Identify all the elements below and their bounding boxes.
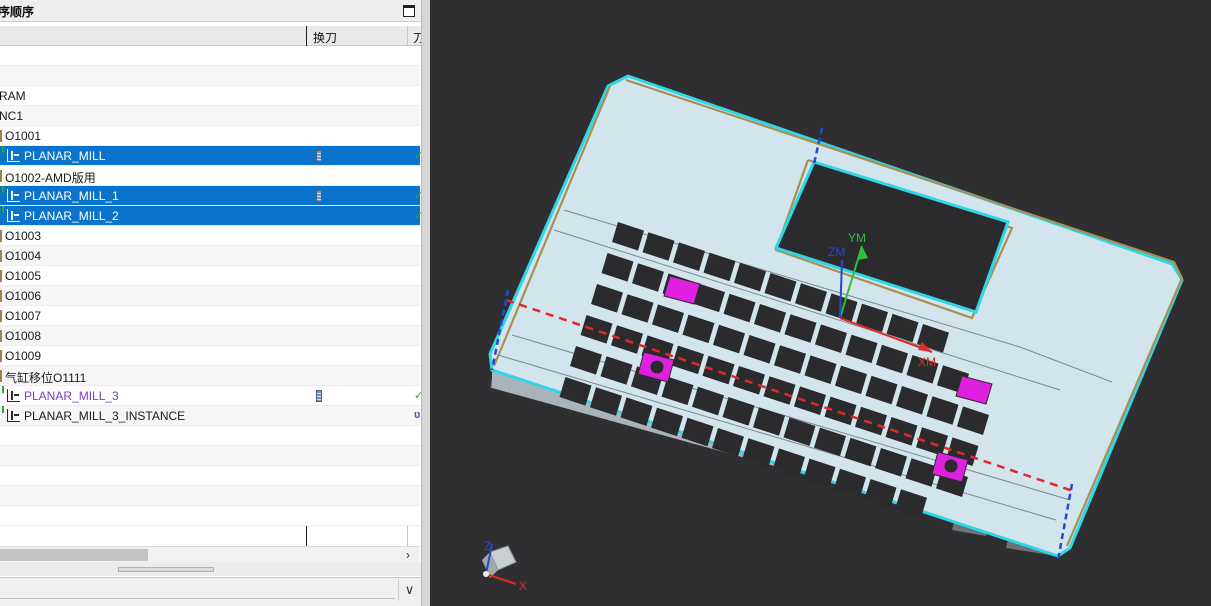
tree-row[interactable] — [0, 486, 420, 506]
xm-axis-label: XM — [918, 355, 936, 369]
tree-row-label: O1004 — [5, 249, 42, 263]
tree-row-label: PLANAR_MILL — [24, 149, 106, 163]
folder-icon — [0, 310, 2, 322]
divider — [0, 598, 395, 599]
view-triad-z-label: Z — [484, 539, 491, 553]
planar-mill-icon — [7, 189, 20, 202]
tree-row-operation[interactable]: PLANAR_MILL_3_INSTANCE ʋ — [0, 406, 420, 426]
column-header-extra[interactable]: 刀 — [413, 29, 421, 46]
tree-row-program[interactable]: O1001 — [0, 126, 420, 146]
folder-icon — [0, 350, 2, 362]
tree-row-program-root[interactable]: RAM — [0, 86, 420, 106]
tree-row-program[interactable]: O1007 — [0, 306, 420, 326]
tree-row-label: O1001 — [5, 129, 42, 143]
tree-row-label: PLANAR_MILL_1 — [24, 189, 119, 203]
tree-row[interactable] — [0, 426, 420, 446]
folder-icon — [0, 170, 2, 182]
status-check-icon: ✓ — [414, 209, 421, 222]
operation-navigator-panel: 序顺序 换刀 刀 RAM NC1 O1001 — [0, 0, 422, 606]
folder-icon — [0, 370, 2, 382]
tree-row-program[interactable]: O1004 — [0, 246, 420, 266]
navigator-title: 序顺序 — [0, 5, 35, 19]
tree-row[interactable] — [0, 446, 420, 466]
view-triad[interactable]: X Z — [482, 539, 527, 593]
tree-row-label: RAM — [0, 89, 26, 103]
status-regenerate-icon: ʋ — [414, 409, 421, 421]
tree-row-label: 气缸移位O1111 — [5, 371, 87, 385]
status-check-icon: ✓ — [414, 189, 421, 202]
graphics-viewport[interactable]: YM ZM XM X Z — [430, 0, 1211, 606]
tree-row[interactable] — [0, 506, 420, 526]
tree-row-label: PLANAR_MILL_3_INSTANCE — [24, 409, 186, 423]
zm-axis-label: ZM — [828, 245, 845, 259]
tree-row[interactable] — [0, 466, 420, 486]
scroll-right-icon[interactable]: › — [406, 548, 410, 562]
folder-icon — [0, 230, 2, 242]
planar-mill-icon — [7, 409, 20, 422]
view-triad-x-label: X — [519, 579, 527, 593]
tree-row-operation[interactable]: PLANAR_MILL ✓ — [0, 146, 421, 166]
tree-row-program[interactable]: O1002-AMD版用 — [0, 166, 420, 186]
details-section: ∨ — [0, 577, 421, 606]
tool-change-icon — [316, 390, 322, 402]
status-check-icon: ✓ — [414, 389, 421, 402]
tree-row-program[interactable]: O1008 — [0, 326, 420, 346]
tree-row-label: O1002-AMD版用 — [5, 171, 96, 185]
viewport-divider[interactable] — [422, 0, 430, 606]
status-check-icon: ✓ — [414, 149, 421, 162]
tree-row-label: NC1 — [0, 109, 24, 123]
panel-splitter[interactable] — [0, 562, 421, 576]
tree-row-label: O1008 — [5, 329, 42, 343]
tree-row-label: O1003 — [5, 229, 42, 243]
tool-change-icon — [316, 190, 322, 202]
folder-icon — [0, 270, 2, 282]
ym-axis-label: YM — [848, 231, 866, 245]
tool-change-icon — [316, 150, 322, 162]
tree-row[interactable] — [0, 46, 420, 66]
tree-row-program[interactable]: O1003 — [0, 226, 420, 246]
folder-icon — [0, 290, 2, 302]
maximize-icon[interactable] — [403, 5, 415, 17]
expand-chevron-icon[interactable]: ∨ — [398, 579, 420, 601]
tree-row-label: O1007 — [5, 309, 42, 323]
check-icon — [0, 186, 4, 193]
planar-mill-icon — [7, 209, 20, 222]
folder-icon — [0, 130, 2, 142]
folder-icon — [0, 250, 2, 262]
tree-row-operation[interactable]: PLANAR_MILL_1 ✓ — [0, 186, 421, 206]
tree-row-group[interactable]: NC1 — [0, 106, 420, 126]
tree-row-label: O1006 — [5, 289, 42, 303]
check-icon — [0, 406, 4, 413]
tree-row-label: O1009 — [5, 349, 42, 363]
folder-icon — [0, 330, 2, 342]
tree-row[interactable] — [0, 66, 420, 86]
planar-mill-icon — [7, 389, 20, 402]
column-header-row: 换刀 刀 — [0, 26, 421, 46]
check-icon — [0, 206, 4, 213]
operation-tree: RAM NC1 O1001 PLANAR_MILL ✓ O1002-AMD版用 — [0, 46, 421, 526]
tree-row-operation[interactable]: PLANAR_MILL_3 ✓ — [0, 386, 421, 406]
tree-row-program[interactable]: O1006 — [0, 286, 420, 306]
tree-row-label: PLANAR_MILL_3 — [24, 389, 119, 403]
column-header-tool-change[interactable]: 换刀 — [313, 29, 337, 46]
scrollbar-thumb[interactable] — [0, 549, 148, 561]
tree-row-program[interactable]: O1005 — [0, 266, 420, 286]
check-icon — [0, 146, 4, 153]
planar-mill-icon — [7, 149, 20, 162]
tree-row-label: PLANAR_MILL_2 — [24, 209, 119, 223]
tree-row-label: O1005 — [5, 269, 42, 283]
tree-row-operation[interactable]: PLANAR_MILL_2 ✓ — [0, 206, 421, 226]
tree-row-program[interactable]: O1009 — [0, 346, 420, 366]
part-model-view[interactable]: YM ZM XM X Z — [430, 0, 1211, 606]
splitter-grip[interactable] — [118, 567, 214, 572]
navigator-titlebar: 序顺序 — [0, 0, 421, 22]
check-icon — [0, 386, 4, 393]
tree-row-program[interactable]: 气缸移位O1111 — [0, 366, 420, 386]
horizontal-scrollbar[interactable]: › — [0, 546, 420, 562]
